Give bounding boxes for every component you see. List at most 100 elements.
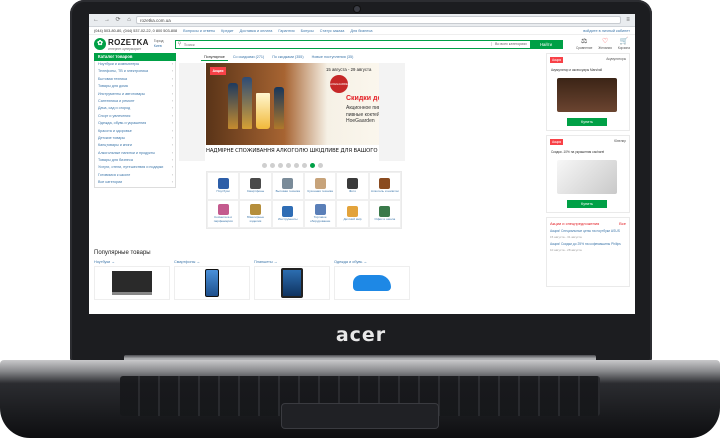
laptop-product-image[interactable] (94, 266, 170, 300)
topbar-link[interactable]: Гарантия (278, 29, 294, 33)
carousel-dot[interactable] (261, 163, 267, 168)
home-icon[interactable]: ⌂ (125, 16, 133, 24)
category-tile[interactable]: Ювелирные изделия (239, 200, 272, 228)
news-all-link[interactable]: Все (619, 221, 626, 226)
topbar-link[interactable]: Для бизнеса (350, 29, 372, 33)
category-tile[interactable]: Офис и школа (368, 200, 401, 228)
category-tile[interactable]: Детский мир (336, 200, 369, 228)
carousel-dot-active[interactable] (309, 163, 315, 168)
category-tile-label: Алкоголь и напитки (370, 189, 399, 194)
banner-next-slide[interactable] (379, 63, 405, 161)
sidebar-item[interactable]: Инструменты и автотовары › (95, 91, 175, 98)
sidebar-item[interactable]: Детские товары › (95, 135, 175, 142)
sidebar-item[interactable]: Услуги, отели, путешествия и подарки › (95, 164, 175, 171)
tab-sale[interactable]: По скидками (355) (269, 53, 306, 61)
sidebar-item[interactable]: Сантехника и ремонт › (95, 98, 175, 105)
sidebar-item[interactable]: Одежда, обувь и украшения › (95, 120, 175, 127)
promo-card[interactable]: Акция Ювелир Скидки -10% на украшения ca… (546, 135, 630, 213)
browser-menu-icon[interactable]: ≡ (624, 16, 632, 24)
compare-button[interactable]: ⚖ Сравнение (576, 38, 592, 50)
banner-prev-slide[interactable] (179, 63, 205, 161)
popular-category-link[interactable]: Ноутбуки → (94, 260, 170, 264)
chevron-right-icon: › (171, 91, 173, 96)
category-tile-icon (249, 178, 261, 190)
category-tile[interactable]: Бытовая техника (271, 172, 304, 200)
topbar-link[interactable]: Бонусы (301, 29, 314, 33)
cart-button[interactable]: 🛒 Корзина (618, 38, 630, 50)
city-value[interactable]: Киев (154, 44, 162, 48)
chevron-right-icon: › (171, 158, 173, 163)
category-tile[interactable]: Кухонная техника (303, 172, 337, 200)
topbar-link[interactable]: Вопросы и ответы (183, 29, 215, 33)
sidebar-item[interactable]: Телефоны, ТВ и электроника › (95, 68, 175, 75)
news-link[interactable]: Акция! Скидки до 25% на кофемашины Phili… (550, 242, 626, 246)
carousel-dot[interactable] (293, 163, 299, 168)
promo-card[interactable]: Акция Акумуляторы Акумулятор и аксессуар… (546, 53, 630, 131)
popular-category[interactable]: Ноутбуки → (94, 260, 170, 300)
carousel-dot[interactable] (285, 163, 291, 168)
topbar-link[interactable]: Статус заказа (320, 29, 345, 33)
popular-category-link[interactable]: Планшеты → (254, 260, 330, 264)
address-bar[interactable]: rozetka.com.ua (136, 16, 621, 24)
news-link[interactable]: Акция! Специальные цены на ноутбуки ASUS (550, 229, 626, 233)
sidebar-item[interactable]: Ноутбуки и компьютеры › (95, 61, 175, 68)
sidebar-item[interactable]: Все категории › (95, 179, 175, 186)
sidebar-item[interactable]: Дача, сад и огород › (95, 105, 175, 112)
popular-category[interactable]: Смартфоны → (174, 260, 250, 300)
carousel-dot[interactable] (277, 163, 283, 168)
tablet-product-image[interactable] (254, 266, 330, 300)
tab-popular[interactable]: Популярное (201, 53, 228, 61)
popular-category[interactable]: Планшеты → (254, 260, 330, 300)
promo-banner[interactable]: Акция HOEGAARDEN 15 августа - 29 августа… (179, 63, 405, 161)
chevron-right-icon: › (171, 135, 173, 140)
sidebar-item[interactable]: Товары для бизнеса › (95, 157, 175, 164)
sidebar-item[interactable]: Бытовая техника › (95, 76, 175, 83)
category-tile[interactable]: Алкоголь и напитки (368, 172, 401, 200)
category-tile[interactable]: Торговое оборудование (303, 200, 337, 228)
catalog-button[interactable]: Каталог товаров (94, 53, 176, 61)
rozetka-logo[interactable]: ✿ ROZETKA интернет-супермаркет (94, 38, 149, 51)
sidebar-item[interactable]: Красота и здоровье › (95, 128, 175, 135)
sidebar-item-label: Алкогольные напитки и продукты (98, 150, 156, 155)
chevron-right-icon: › (171, 180, 173, 185)
topbar-link[interactable]: Доставка и оплата (240, 29, 273, 33)
topbar-link[interactable]: Кредит (221, 29, 233, 33)
category-tile[interactable]: Ноутбуки (207, 172, 240, 200)
banner-slide[interactable]: Акция HOEGAARDEN 15 августа - 29 августа… (206, 63, 402, 145)
wishlist-button[interactable]: ♡ Желания (598, 38, 611, 50)
popular-category[interactable]: Одежда и обувь → (334, 260, 410, 300)
forward-icon[interactable]: → (103, 16, 111, 24)
carousel-dot[interactable] (301, 163, 307, 168)
sidebar-item[interactable]: Спорт и увлечения › (95, 113, 175, 120)
shoe-product-image[interactable] (334, 266, 410, 300)
search-input[interactable] (183, 40, 492, 48)
tab-new[interactable]: Новые поступления (35) (309, 53, 357, 61)
search-category-select[interactable]: Во всех категориях (491, 42, 530, 46)
reload-icon[interactable]: ⟳ (114, 16, 122, 24)
category-tile[interactable]: Косметика и парфюмерия (207, 200, 240, 228)
category-tile[interactable]: Фото (336, 172, 369, 200)
category-tile[interactable]: Инструменты (271, 200, 304, 228)
promo-buy-button[interactable]: Купить (567, 200, 607, 208)
promo-buy-button[interactable]: Купить (567, 118, 607, 126)
popular-category-link[interactable]: Смартфоны → (174, 260, 250, 264)
login-link[interactable]: войдите в личный кабинет (583, 29, 630, 33)
chevron-right-icon: › (171, 69, 173, 74)
popular-category-link[interactable]: Одежда и обувь → (334, 260, 410, 264)
carousel-dot[interactable] (269, 163, 275, 168)
sidebar-item[interactable]: Канцтовары и книги › (95, 142, 175, 149)
category-tile-icon (217, 204, 229, 216)
back-icon[interactable]: ← (92, 16, 100, 24)
carousel-dot[interactable] (317, 163, 323, 168)
category-tile-label: Смартфоны (246, 189, 265, 194)
sidebar-item-label: Готовимся к школе (98, 172, 131, 177)
category-tile[interactable]: Смартфоны (239, 172, 272, 200)
search-button[interactable]: Найти (529, 39, 562, 49)
smartphone-product-image[interactable] (174, 266, 250, 300)
sidebar-item[interactable]: Алкогольные напитки и продукты › (95, 150, 175, 157)
tab-discounts[interactable]: Со скидками (271) (230, 53, 267, 61)
sidebar-item[interactable]: Товары для дома › (95, 83, 175, 90)
browser-toolbar: ← → ⟳ ⌂ rozetka.com.ua ≡ (89, 14, 635, 27)
city-selector[interactable]: Город Киев (154, 39, 164, 49)
sidebar-item[interactable]: Готовимся к школе › (95, 172, 175, 179)
